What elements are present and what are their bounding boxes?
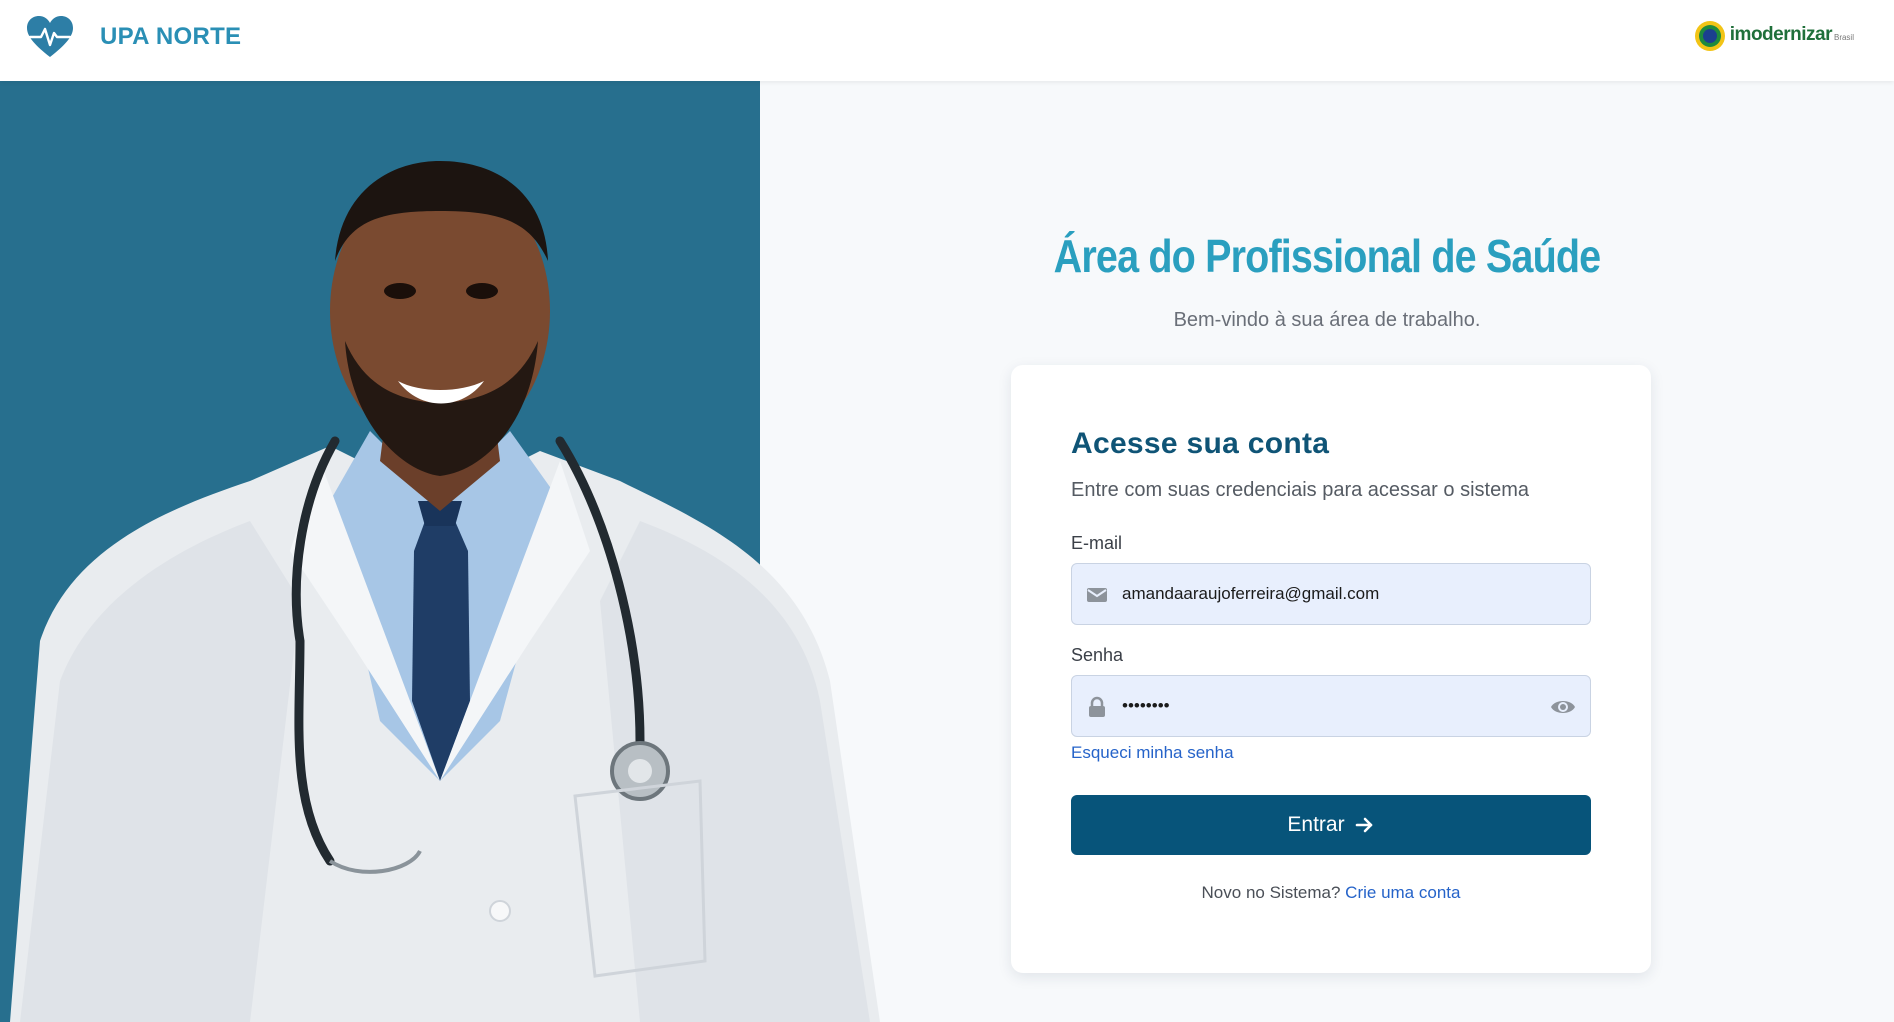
- email-value: amandaaraujoferreira@gmail.com: [1122, 584, 1380, 603]
- page-subtitle: Bem-vindo à sua área de trabalho.: [1173, 309, 1481, 331]
- partner-name: imodernizar Brasil: [1729, 23, 1854, 45]
- login-card: Acesse sua conta Entre com suas credenci…: [1011, 365, 1651, 973]
- signup-prompt-text: Novo no Sistema?: [1201, 883, 1341, 902]
- password-value: ••••••••: [1122, 696, 1170, 715]
- brand[interactable]: UPA NORTE: [26, 15, 241, 59]
- password-field[interactable]: ••••••••: [1071, 675, 1591, 737]
- login-button[interactable]: Entrar: [1071, 795, 1591, 855]
- partner-logo: imodernizar Brasil: [1694, 20, 1854, 52]
- password-label: Senha: [1071, 645, 1124, 665]
- email-field[interactable]: amandaaraujoferreira@gmail.com: [1071, 563, 1591, 625]
- eye-icon[interactable]: [1550, 696, 1576, 718]
- brand-name: UPA NORTE: [100, 23, 242, 50]
- doctor-portrait-image: [10, 161, 880, 1022]
- lock-icon: [1089, 696, 1105, 717]
- heart-pulse-icon: [27, 16, 73, 57]
- email-label: E-mail: [1071, 533, 1123, 553]
- login-title: Acesse sua conta: [1071, 427, 1330, 460]
- signup-prompt: Novo no Sistema? Crie uma conta: [1011, 883, 1651, 903]
- login-button-label: Entrar: [1287, 813, 1345, 836]
- page-title: Área do Profissional de Saúde: [1053, 230, 1601, 282]
- top-header: UPA NORTE imodernizar Brasil: [0, 0, 1894, 81]
- signup-link[interactable]: Crie uma conta: [1345, 883, 1460, 902]
- forgot-password-link[interactable]: Esqueci minha senha: [1071, 743, 1234, 763]
- login-area: Área do Profissional de Saúde Bem-vindo …: [760, 81, 1894, 1022]
- login-description: Entre com suas credenciais para acessar …: [1071, 479, 1529, 501]
- arrow-right-icon: [1355, 817, 1372, 833]
- partner-emblem-icon: [1694, 21, 1725, 51]
- envelope-icon: [1087, 588, 1107, 602]
